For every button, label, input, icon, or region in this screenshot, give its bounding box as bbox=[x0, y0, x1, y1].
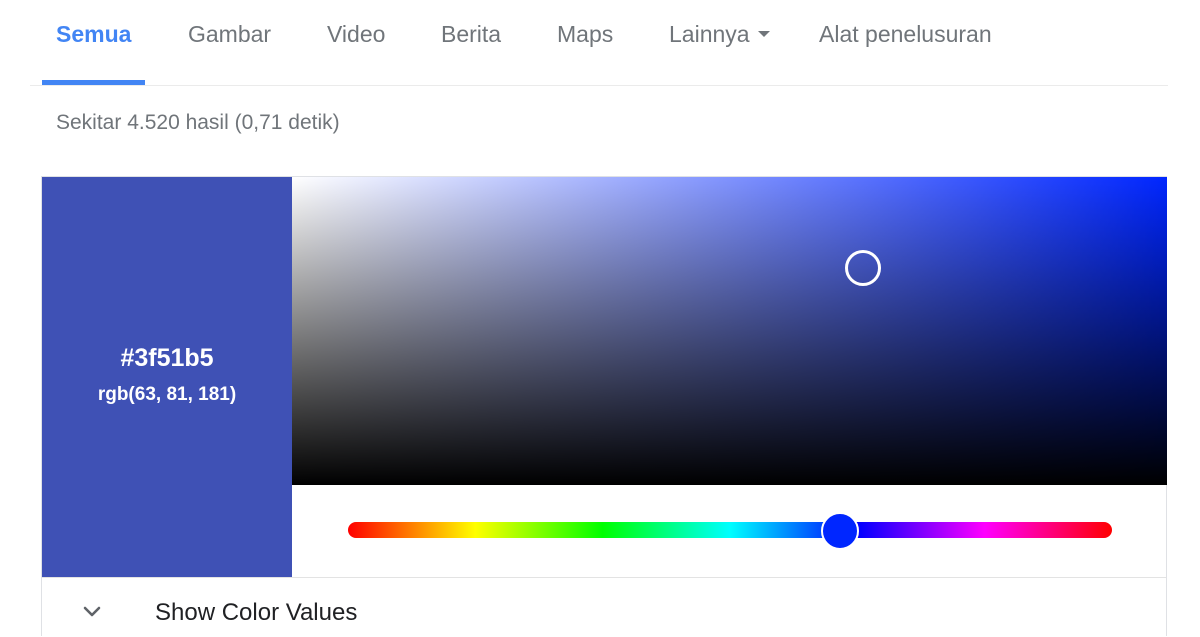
rgb-value: rgb(63, 81, 181) bbox=[97, 384, 237, 405]
show-color-values-label: Show Color Values bbox=[155, 599, 358, 626]
saturation-value-area[interactable] bbox=[292, 177, 1167, 485]
chevron-down-icon bbox=[83, 606, 101, 617]
caret-down-icon bbox=[757, 30, 770, 37]
search-tabs: Semua Gambar Video Berita Maps Lainnya A… bbox=[0, 0, 1200, 85]
hex-value: #3f51b5 bbox=[120, 344, 214, 372]
saturation-handle[interactable] bbox=[845, 250, 881, 286]
result-stats: Sekitar 4.520 hasil (0,71 detik) bbox=[56, 111, 340, 134]
tab-all[interactable]: Semua bbox=[56, 20, 131, 48]
color-picker-card: #3f51b5 rgb(63, 81, 181) Show Color Valu… bbox=[41, 176, 1167, 636]
tab-search-tools[interactable]: Alat penelusuran bbox=[819, 20, 992, 48]
tab-maps[interactable]: Maps bbox=[557, 20, 613, 48]
hue-slider[interactable] bbox=[348, 522, 1112, 538]
color-swatch: #3f51b5 rgb(63, 81, 181) bbox=[42, 177, 292, 577]
tab-more-label: Lainnya bbox=[669, 21, 750, 47]
tab-more[interactable]: Lainnya bbox=[669, 20, 770, 48]
hue-slider-handle[interactable] bbox=[821, 512, 859, 550]
tab-images[interactable]: Gambar bbox=[188, 20, 271, 48]
show-color-values-button[interactable]: Show Color Values bbox=[42, 578, 1166, 637]
tab-videos[interactable]: Video bbox=[327, 20, 385, 48]
tab-news[interactable]: Berita bbox=[441, 20, 501, 48]
tabbar-divider bbox=[30, 85, 1168, 86]
